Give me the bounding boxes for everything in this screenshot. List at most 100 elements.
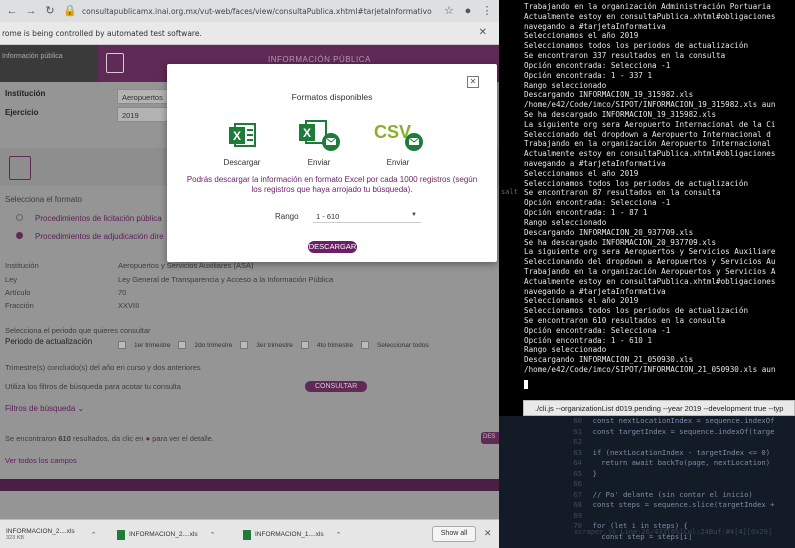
terminal-line: Se ha descargado INFORMACION_19_315982.x… <box>524 109 717 119</box>
descargar-button[interactable]: DESCARGAR <box>308 241 357 253</box>
format-enviar-csv[interactable]: CSV Enviar <box>368 116 428 167</box>
automation-infobar: rome is being controlled by automated te… <box>0 22 499 45</box>
checkbox-label-4to: 4to trimestre <box>316 341 354 349</box>
back-icon[interactable]: ← <box>6 5 18 17</box>
csv-mail-icon: CSV <box>368 116 428 154</box>
excel-icon: X <box>212 116 272 154</box>
terminal-line: Opción encontrada: Selecciona -1 <box>524 325 671 335</box>
radio-label-licitacion[interactable]: Procedimientos de licitación pública <box>35 214 162 223</box>
bookmark-star-icon[interactable]: ☆ <box>443 5 455 17</box>
terminal-line: Se encontraron 337 resultados en la cons… <box>524 51 726 61</box>
chevron-up-icon[interactable]: ⌃ <box>91 531 97 539</box>
chevron-up-icon[interactable]: ⌃ <box>336 531 342 539</box>
terminal-line: navegando a #tarjetaInformativa <box>524 159 666 168</box>
code-line: // Pa' delante (sin contar el inicio) <box>584 489 753 499</box>
line-number: 63 <box>573 447 582 457</box>
editor-status-line: scraper.js Line:26/433[6%]Col:24Buf:#4[4… <box>574 528 773 536</box>
results-suffix: resultados, da clic en <box>73 434 144 443</box>
consultar-button[interactable]: CONSULTAR <box>305 381 368 392</box>
automation-banner-text: rome is being controlled by automated te… <box>2 28 202 38</box>
terminal-line: Opción encontrada: 1 - 87 1 <box>524 208 648 218</box>
menu-kebab-icon[interactable]: ⋮ <box>481 5 493 17</box>
format-label: Enviar <box>386 158 410 167</box>
rango-value: 1 - 610 <box>316 212 340 221</box>
terminal-cursor <box>524 380 528 389</box>
period-prompt: Selecciona el periodo que quieres consul… <box>5 326 151 335</box>
results-summary: Se encontraron 610 resultados, da clic e… <box>5 434 214 443</box>
chevron-up-icon[interactable]: ⌃ <box>210 531 216 539</box>
info-value-articulo: 70 <box>118 288 127 297</box>
info-label-articulo: Artículo <box>5 288 31 297</box>
results-prefix: Se encontraron <box>5 434 57 443</box>
info-value-ley: Ley General de Transparencia y Acceso a … <box>118 275 334 284</box>
forward-icon[interactable]: → <box>25 5 37 17</box>
terminal-line: Opción encontrada: 1 - 610 1 <box>524 335 653 345</box>
download-item[interactable]: INFORMACION_2....xls ⌃ <box>117 524 216 545</box>
lock-icon: 🔒 <box>63 5 77 17</box>
code-line: const nextLocationIndex = sequence.index… <box>584 416 775 425</box>
format-descargar-excel[interactable]: X Descargar <box>212 116 272 167</box>
ejercicio-label: Ejercicio <box>5 108 39 117</box>
download-size: 323 KB <box>6 535 25 541</box>
line-number: 62 <box>573 437 582 446</box>
ejercicio-select[interactable]: 2019 <box>117 107 169 122</box>
trimestre-note: Trimestre(s) concluido(s) del año en cur… <box>5 363 201 372</box>
code-line: if (nextLocationIndex - targetIndex <= 0… <box>584 447 771 457</box>
terminal-line: Trabajando en la organización Aeropuerto… <box>524 139 771 149</box>
results-count: 610 <box>58 434 71 443</box>
reload-icon[interactable]: ↻ <box>44 5 56 17</box>
svg-text:X: X <box>233 129 241 143</box>
checkbox-3er[interactable] <box>240 341 249 349</box>
checkbox-2do[interactable] <box>178 341 187 349</box>
show-all-button[interactable]: Show all <box>432 526 476 542</box>
period-checkboxes: 1er trimestre 2do trimestre 3er trimestr… <box>118 341 429 349</box>
rango-select[interactable]: 1 - 610 ▼ <box>313 209 421 223</box>
close-icon[interactable]: ✕ <box>484 528 492 539</box>
close-icon[interactable]: ✕ <box>479 27 487 38</box>
terminal-line: /home/e42/Code/imco/SIPOT/INFORMACION_19… <box>524 100 776 110</box>
rango-label: Rango <box>275 212 299 221</box>
terminal-side-label: salt <box>501 188 518 196</box>
format-enviar-excel[interactable]: X Enviar <box>289 116 349 167</box>
close-icon[interactable]: ✕ <box>467 76 479 88</box>
format-label: Descargar <box>223 158 261 167</box>
download-item[interactable]: INFORMACION_2....xls 323 KB ⌃ <box>6 524 97 545</box>
code-line: const targetIndex = sequence.indexOf(tar… <box>584 426 775 436</box>
command-tooltip: ./cli.js --organizationList d019.pending… <box>523 400 795 416</box>
download-item[interactable]: INFORMACION_1....xls ⌃ <box>243 524 342 545</box>
checkbox-4to[interactable] <box>300 341 309 349</box>
info-circle-icon: ● <box>145 434 151 443</box>
modal-note: Podrás descargar la información en forma… <box>186 175 478 194</box>
period-label: Periodo de actualización <box>5 337 93 346</box>
site-logo[interactable]: Información pública <box>0 45 98 82</box>
checkbox-todos[interactable] <box>361 341 370 349</box>
excel-file-icon <box>243 529 251 540</box>
checkbox-label-1er: 1er trimestre <box>134 341 171 349</box>
terminal-line: navegando a #tarjetaInformativa <box>524 286 666 296</box>
modal-title: Formatos disponibles <box>291 92 373 102</box>
line-number: 67 <box>573 489 582 499</box>
code-line: const steps = sequence.slice(targetIndex… <box>584 500 775 509</box>
ver-todos-link[interactable]: Ver todos los campos <box>5 456 77 465</box>
terminal-line: Trabajando en la organización Administra… <box>524 2 771 11</box>
radio-licitacion[interactable] <box>16 213 23 223</box>
radio-label-adjudicacion[interactable]: Procedimientos de adjudicación dire <box>35 232 164 241</box>
excel-file-icon <box>117 529 125 540</box>
format-label: Enviar <box>307 158 331 167</box>
terminal-line: Rango seleccionado <box>524 217 607 227</box>
page-title: INFORMACIÓN PÚBLICA <box>268 55 371 64</box>
info-label-ley: Ley <box>5 275 18 284</box>
radio-adjudicacion[interactable] <box>16 231 23 241</box>
checkbox-1er[interactable] <box>118 341 126 349</box>
address-bar[interactable]: consultapublicamx.inai.org.mx/vut-web/fa… <box>82 7 436 16</box>
terminal-line: Se ha descargado INFORMACION_20_937709.x… <box>524 237 717 247</box>
info-label-fraccion: Fracción <box>5 301 34 310</box>
profile-icon[interactable]: ● <box>462 5 474 17</box>
filtros-link[interactable]: Filtros de búsqueda ⌄ <box>5 404 84 413</box>
institucion-select[interactable]: Aeropuertos <box>117 89 169 104</box>
caret-down-icon: ▼ <box>411 212 417 218</box>
side-tab[interactable]: DES <box>481 432 499 444</box>
terminal-line: Seleccionado del dropdown a Aeropuerto I… <box>524 129 771 139</box>
